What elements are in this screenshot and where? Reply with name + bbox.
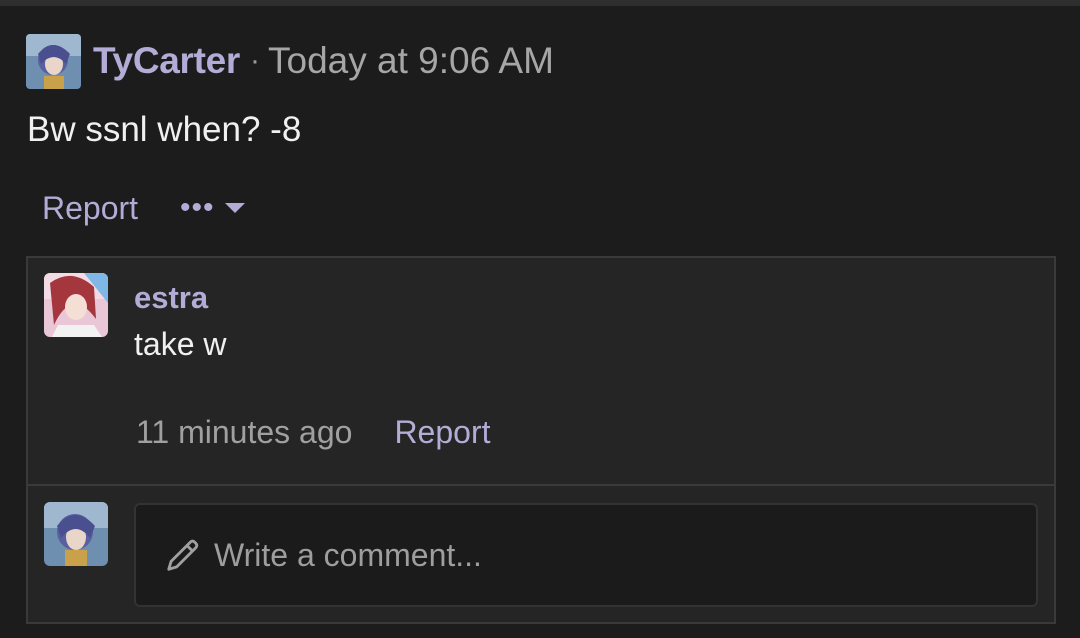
avatar-image-icon: [44, 502, 108, 566]
comment-input-box[interactable]: [134, 503, 1038, 607]
meta-separator: ·: [250, 44, 261, 77]
commenter-avatar[interactable]: [44, 273, 108, 337]
more-options-button[interactable]: •••: [180, 193, 245, 223]
comment-input[interactable]: [214, 536, 994, 574]
more-dots-icon: •••: [180, 191, 215, 224]
caret-down-icon: [224, 203, 245, 213]
post-header: TyCarter · Today at 9:06 AM: [26, 33, 554, 89]
post-author-name[interactable]: TyCarter: [93, 40, 240, 82]
avatar-image-icon: [44, 273, 108, 337]
comment-timestamp[interactable]: 11 minutes ago: [136, 414, 352, 451]
comment-composer: [28, 488, 1054, 624]
post-actions: Report •••: [42, 186, 245, 230]
top-divider: [0, 0, 1080, 6]
avatar-image-icon: [26, 33, 81, 89]
comment-text: take w: [134, 326, 227, 362]
current-user-avatar: [44, 502, 108, 566]
pencil-icon: [167, 539, 199, 571]
author-avatar[interactable]: [26, 33, 81, 89]
post-timestamp[interactable]: Today at 9:06 AM: [268, 40, 554, 82]
comment-meta: 11 minutes ago Report: [136, 414, 490, 451]
post-body: Bw ssnl when? -8: [27, 110, 302, 149]
comment-report-button[interactable]: Report: [394, 414, 490, 451]
comment-author-name[interactable]: estra: [134, 280, 208, 316]
report-button[interactable]: Report: [42, 190, 138, 227]
comments-section: estra take w 11 minutes ago Report: [26, 256, 1056, 624]
comment-item: estra take w 11 minutes ago Report: [28, 258, 1054, 486]
